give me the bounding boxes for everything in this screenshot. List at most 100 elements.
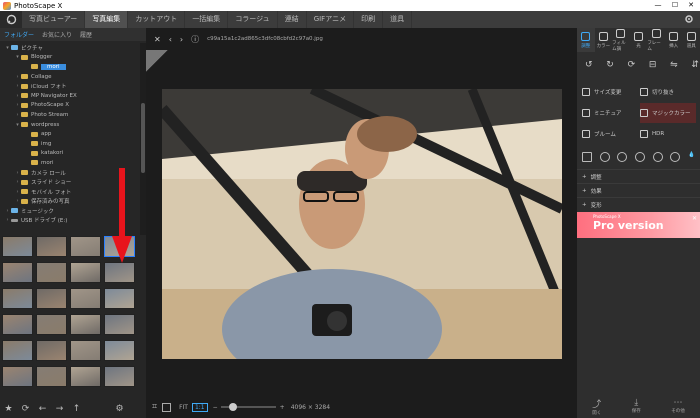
menu-tab-7[interactable]: 印刷	[354, 11, 384, 28]
menu-tab-6[interactable]: GIFアニメ	[307, 11, 355, 28]
compare-icon[interactable]	[162, 402, 172, 412]
tree-item[interactable]: ▾ ピクチャ	[0, 43, 140, 53]
tool-tab-1[interactable]: カラー	[595, 28, 613, 52]
thumbnail[interactable]	[36, 262, 67, 283]
expand-arrow-icon[interactable]: ▾	[4, 45, 11, 51]
expand-arrow-icon[interactable]: ›	[14, 102, 21, 108]
thumbnail[interactable]	[36, 314, 67, 335]
expand-arrow-icon[interactable]: ›	[14, 170, 21, 176]
thumbnail[interactable]	[2, 340, 33, 361]
filter-circle-5-icon[interactable]	[670, 152, 681, 162]
tool-tab-6[interactable]: 道具	[682, 28, 700, 52]
expand-arrow-icon[interactable]: ›	[14, 189, 21, 195]
filter-circle-2-icon[interactable]	[617, 152, 628, 162]
expand-arrow-icon[interactable]: ›	[14, 198, 21, 204]
rotate-free-icon[interactable]: ⟳	[628, 60, 636, 72]
left-tab-2[interactable]: 履歴	[76, 30, 96, 39]
tree-item[interactable]: › MP Navigator EX	[0, 91, 140, 101]
crop-guide-icon[interactable]: ⌗	[152, 402, 157, 412]
rotate-right-icon[interactable]: ↻	[606, 60, 614, 72]
thumbnail[interactable]	[2, 314, 33, 335]
menu-tab-8[interactable]: 道具	[383, 11, 413, 28]
thumbnail[interactable]	[36, 236, 67, 257]
open-button[interactable]: ⤴ 開く	[592, 397, 601, 416]
settings-icon[interactable]: ⚙	[111, 404, 128, 414]
expand-arrow-icon[interactable]: ›	[14, 74, 21, 80]
thumbnail[interactable]	[104, 340, 135, 361]
tree-item[interactable]: › PhotoScape X	[0, 101, 140, 111]
refresh-icon[interactable]: ⟳	[17, 404, 34, 414]
filter-drop-icon[interactable]: 💧	[688, 152, 698, 162]
thumbnail[interactable]	[104, 288, 135, 309]
zoom-slider[interactable]	[220, 403, 276, 411]
edited-photo[interactable]	[162, 89, 562, 359]
tool-tab-2[interactable]: フィルム調	[612, 28, 630, 52]
tree-item[interactable]: › Collage	[0, 72, 140, 82]
menu-tab-1[interactable]: 写真編集	[85, 11, 129, 28]
expand-arrow-icon[interactable]: ›	[14, 179, 21, 185]
straighten-icon[interactable]: ⊟	[649, 60, 657, 72]
thumbnail[interactable]	[36, 288, 67, 309]
zoom-1to1-button[interactable]: 1:1	[191, 402, 208, 412]
tree-item[interactable]: › Photo Stream	[0, 110, 140, 120]
close-button[interactable]: ✕	[683, 0, 699, 11]
more-button[interactable]: ⋯ その他	[671, 398, 685, 414]
tree-item[interactable]: › iCloud フォト	[0, 81, 140, 91]
prev-image-icon[interactable]: ‹	[169, 35, 172, 44]
thumbnail[interactable]	[70, 340, 101, 361]
tree-item[interactable]: mori	[0, 158, 140, 168]
forward-icon[interactable]: →	[51, 404, 68, 414]
expand-arrow-icon[interactable]: ▾	[14, 122, 21, 128]
thumbnail[interactable]	[2, 262, 33, 283]
expand-arrow-icon[interactable]: ▾	[14, 54, 21, 60]
thumbnail[interactable]	[104, 366, 135, 387]
tree-item[interactable]: app	[0, 129, 140, 139]
action-5[interactable]: HDR	[640, 124, 696, 144]
action-0[interactable]: サイズ変更	[582, 82, 638, 102]
filter-circle-4-icon[interactable]	[652, 152, 663, 162]
close-image-icon[interactable]: ✕	[154, 35, 161, 44]
section-1[interactable]: + 効果	[577, 183, 700, 197]
section-0[interactable]: + 調整	[577, 169, 700, 183]
menu-tab-3[interactable]: 一括編集	[185, 11, 229, 28]
tool-tab-3[interactable]: 光	[630, 28, 648, 52]
menu-tab-5[interactable]: 連結	[278, 11, 307, 28]
expand-arrow-icon[interactable]: ›	[14, 112, 21, 118]
expand-arrow-icon[interactable]: ›	[4, 208, 11, 214]
action-3[interactable]: マジックカラー	[640, 103, 696, 123]
thumbnail[interactable]	[36, 366, 67, 387]
menu-tab-4[interactable]: コラージュ	[228, 11, 278, 28]
tree-item[interactable]: img	[0, 139, 140, 149]
tool-tab-5[interactable]: 挿入	[665, 28, 683, 52]
rotate-left-icon[interactable]: ↺	[585, 60, 593, 72]
flip-horizontal-icon[interactable]: ⇋	[670, 60, 678, 72]
thumbnail[interactable]	[104, 262, 135, 283]
action-1[interactable]: 切り抜き	[640, 82, 696, 102]
tree-item[interactable]: ▾ wordpress	[0, 120, 140, 130]
thumbnail[interactable]	[2, 366, 33, 387]
thumbnail[interactable]	[104, 314, 135, 335]
thumbnail[interactable]	[70, 314, 101, 335]
tree-item[interactable]: mori	[0, 62, 140, 72]
filter-circle-3-icon[interactable]	[634, 152, 645, 162]
pro-banner-close-icon[interactable]: ✕	[692, 215, 697, 222]
up-icon[interactable]: ↑	[68, 404, 85, 414]
scrollbar-thumb[interactable]	[141, 103, 145, 173]
flip-vertical-icon[interactable]: ⇵	[691, 60, 699, 72]
tree-item[interactable]: katakori	[0, 149, 140, 159]
menu-tab-2[interactable]: カットアウト	[128, 11, 186, 28]
save-button[interactable]: ⤓ 保存	[632, 398, 641, 414]
action-4[interactable]: ブルーム	[582, 124, 638, 144]
info-icon[interactable]: ⓘ	[191, 34, 199, 45]
menu-tab-0[interactable]: 写真ビューアー	[22, 11, 86, 28]
zoom-in-icon[interactable]: +	[280, 404, 285, 411]
back-icon[interactable]: ←	[34, 404, 51, 414]
app-logo-icon[interactable]	[0, 11, 22, 28]
expand-arrow-icon[interactable]: ›	[14, 83, 21, 89]
thumbnail[interactable]	[36, 340, 67, 361]
section-2[interactable]: + 変形	[577, 197, 700, 211]
thumbnail[interactable]	[70, 236, 101, 257]
left-tab-1[interactable]: お気に入り	[38, 30, 76, 39]
action-2[interactable]: ミニチュア	[582, 103, 638, 123]
expand-arrow-icon[interactable]: ›	[14, 93, 21, 99]
